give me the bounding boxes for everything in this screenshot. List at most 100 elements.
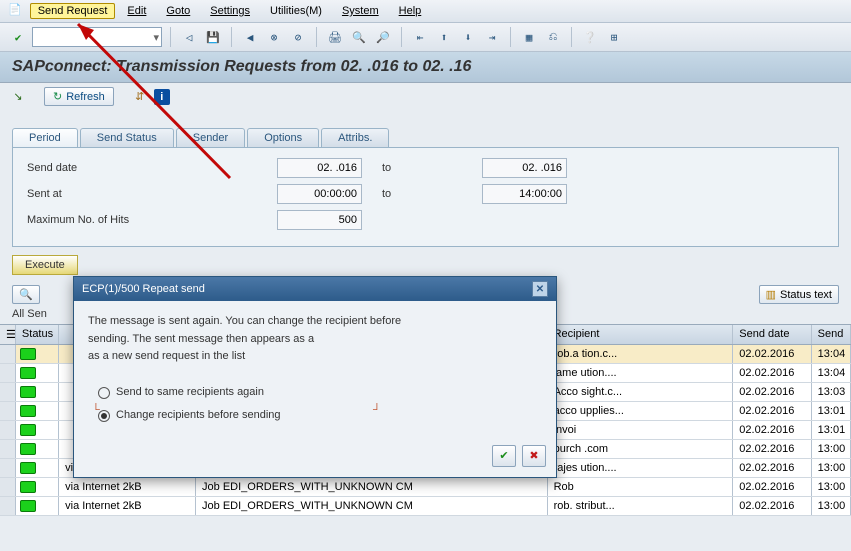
menu-system[interactable]: System (334, 3, 387, 19)
row-handle[interactable] (0, 383, 16, 401)
time-cell: 13:00 (812, 497, 851, 515)
send-date-to[interactable]: 02. .016 (482, 158, 567, 178)
send-date-from[interactable]: 02. .016 (277, 158, 362, 178)
to-label-1: to (362, 162, 482, 174)
status-green-icon (20, 367, 36, 379)
status-cell (16, 345, 59, 363)
menu-settings[interactable]: Settings (202, 3, 258, 19)
row-handle[interactable] (0, 459, 16, 477)
time-cell: 13:01 (812, 421, 851, 439)
status-cell (16, 421, 59, 439)
first-page-icon[interactable]: ⇤ (410, 27, 430, 47)
filter-form: Send date 02. .016 to 02. .016 Sent at 0… (12, 147, 839, 247)
dialog-close-button[interactable]: ✕ (532, 281, 548, 297)
standard-toolbar: ✔ ▾ ◁ 💾 ◀ ⊗ ⊘ 🖨 🔍 🔎 ⇤ ⬆ ⬇ ⇥ ▦ ⎌ ❔ ⊞ (0, 23, 851, 52)
radio-same-recipients[interactable]: Send to same recipients again (98, 384, 542, 402)
last-page-icon[interactable]: ⇥ (482, 27, 502, 47)
help-icon[interactable]: ❔ (580, 27, 600, 47)
max-hits-field[interactable]: 500 (277, 210, 362, 230)
row-handle[interactable] (0, 421, 16, 439)
row-handle[interactable] (0, 440, 16, 458)
next-page-icon[interactable]: ⬇ (458, 27, 478, 47)
date-cell: 02.02.2016 (733, 440, 811, 458)
print-icon[interactable]: 🖨 (325, 27, 345, 47)
menu-edit[interactable]: Edit (119, 3, 154, 19)
sent-at-to[interactable]: 14:00:00 (482, 184, 567, 204)
execute-button[interactable]: Execute (12, 255, 78, 275)
date-cell: 02.02.2016 (733, 497, 811, 515)
col-send-date[interactable]: Send date (733, 325, 811, 344)
prev-page-icon[interactable]: ⬆ (434, 27, 454, 47)
time-cell: 13:00 (812, 478, 851, 496)
status-text-button[interactable]: ▥ Status text (759, 285, 839, 304)
max-hits-label: Maximum No. of Hits (27, 214, 277, 226)
col-status[interactable]: Status (16, 325, 59, 344)
tab-send-status[interactable]: Send Status (80, 128, 174, 147)
time-cell: 13:00 (812, 459, 851, 477)
send-date-label: Send date (27, 162, 277, 174)
hierarchy-icon[interactable]: ⇵ (132, 89, 148, 105)
row-handle[interactable] (0, 364, 16, 382)
tab-period[interactable]: Period (12, 128, 78, 147)
date-cell: 02.02.2016 (733, 402, 811, 420)
date-cell: 02.02.2016 (733, 459, 811, 477)
layout-icon[interactable]: ⊞ (604, 27, 624, 47)
status-cell (16, 497, 59, 515)
table-row[interactable]: via Internet 2kBJob EDI_ORDERS_WITH_UNKN… (0, 497, 851, 516)
select-all-handle[interactable]: ☰ (0, 325, 16, 344)
repeat-send-dialog: ECP(1)/500 Repeat send ✕ The message is … (73, 276, 557, 478)
cancel-icon[interactable]: ⊘ (288, 27, 308, 47)
status-green-icon (20, 481, 36, 493)
title-cell: Job EDI_ORDERS_WITH_UNKNOWN CM (196, 497, 548, 515)
find-icon[interactable]: 🔍 (349, 27, 369, 47)
recipient-cell: rajes ution.... (548, 459, 734, 477)
exit-icon[interactable]: ⊗ (264, 27, 284, 47)
addr-cell: via Internet 2kB (59, 497, 196, 515)
menu-utilities[interactable]: Utilities(M) (262, 3, 330, 19)
detail-icon[interactable]: 🔍 (12, 285, 40, 304)
status-green-icon (20, 405, 36, 417)
enter-icon[interactable]: ✔ (8, 27, 28, 47)
arrow-icon[interactable]: ↘ (10, 89, 26, 105)
status-green-icon (20, 443, 36, 455)
status-cell (16, 383, 59, 401)
row-handle[interactable] (0, 478, 16, 496)
shortcut-icon[interactable]: ⎌ (543, 27, 563, 47)
dialog-cancel-button[interactable]: ✖ (522, 445, 546, 467)
refresh-button[interactable]: ↻ Refresh (44, 87, 114, 106)
refresh-icon: ↻ (53, 90, 62, 103)
row-handle[interactable] (0, 345, 16, 363)
back2-icon[interactable]: ◀ (240, 27, 260, 47)
col-recipient[interactable]: Recipient (548, 325, 734, 344)
back-icon[interactable]: ◁ (179, 27, 199, 47)
find-next-icon[interactable]: 🔎 (373, 27, 393, 47)
tab-sender[interactable]: Sender (176, 128, 245, 147)
new-session-icon[interactable]: ▦ (519, 27, 539, 47)
command-field[interactable]: ▾ (32, 27, 162, 47)
radio-change-label: Change recipients before sending (116, 407, 281, 425)
tab-attribs[interactable]: Attribs. (321, 128, 389, 147)
dialog-confirm-button[interactable]: ✔ (492, 445, 516, 467)
table-row[interactable]: via Internet 2kBJob EDI_ORDERS_WITH_UNKN… (0, 478, 851, 497)
recipient-cell: purch .com (548, 440, 734, 458)
recipient-cell: Rob (548, 478, 734, 496)
menu-send-request[interactable]: Send Request (30, 3, 116, 19)
menu-help[interactable]: Help (391, 3, 430, 19)
radio-change-recipients[interactable]: Change recipients before sending (98, 407, 542, 425)
time-cell: 13:00 (812, 440, 851, 458)
date-cell: 02.02.2016 (733, 421, 811, 439)
recipient-cell: Acco sight.c... (548, 383, 734, 401)
save-icon[interactable]: 💾 (203, 27, 223, 47)
sent-at-from[interactable]: 00:00:00 (277, 184, 362, 204)
row-handle[interactable] (0, 497, 16, 515)
row-handle[interactable] (0, 402, 16, 420)
date-cell: 02.02.2016 (733, 478, 811, 496)
col-send-time[interactable]: Send (812, 325, 851, 344)
dialog-message-line1: The message is sent again. You can chang… (88, 313, 542, 331)
page-title: SAPconnect: Transmission Requests from 0… (0, 52, 851, 83)
information-icon[interactable]: i (154, 89, 170, 105)
tab-options[interactable]: Options (247, 128, 319, 147)
menu-goto[interactable]: Goto (158, 3, 198, 19)
sent-at-label: Sent at (27, 188, 277, 200)
radio-icon (98, 387, 110, 399)
